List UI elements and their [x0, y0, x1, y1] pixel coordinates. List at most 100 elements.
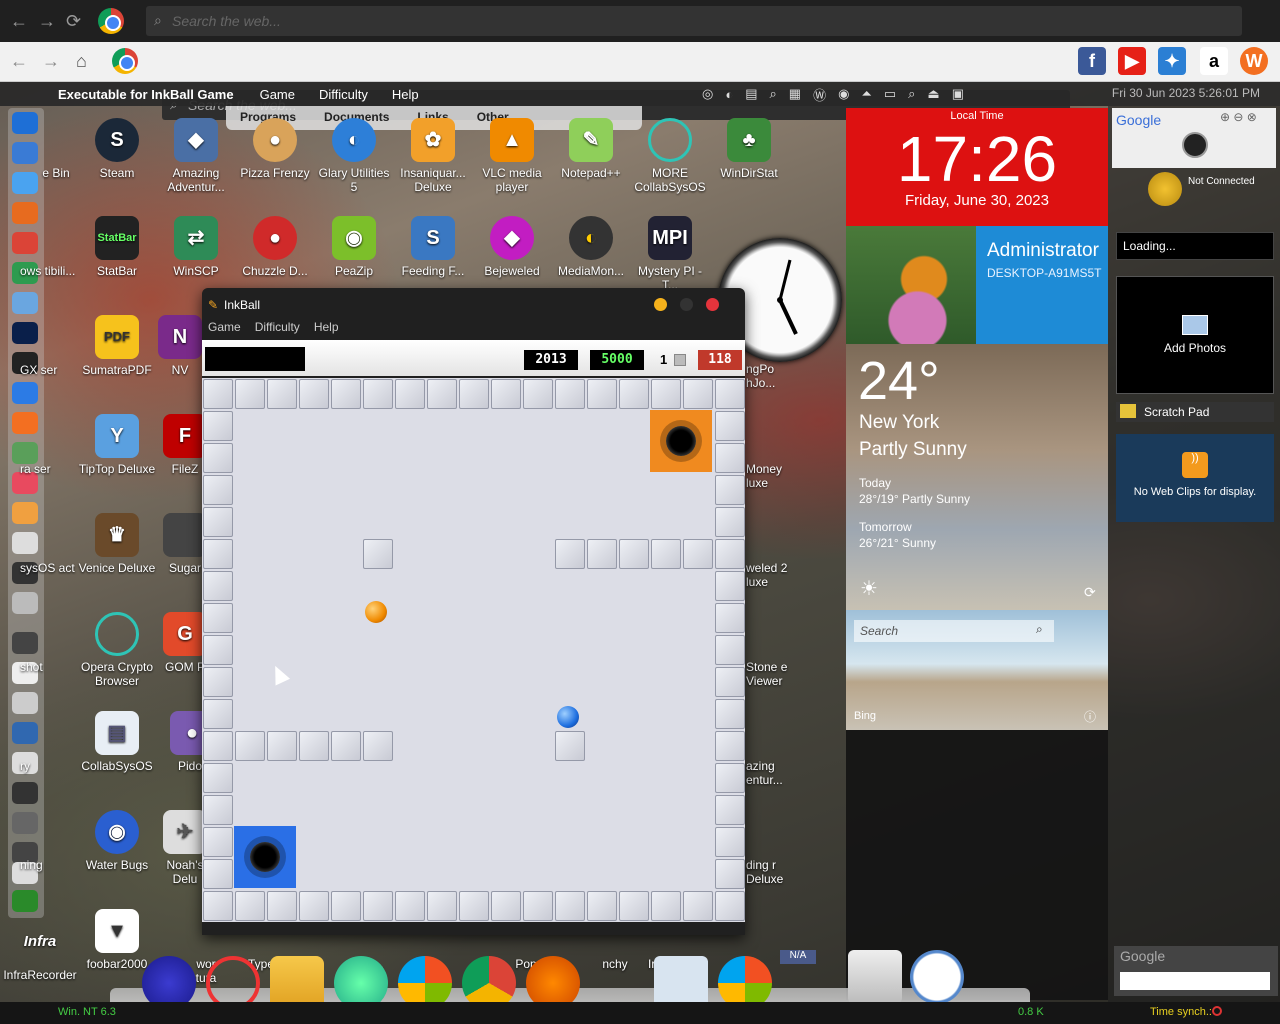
wordpress-icon[interactable]: Ⓦ [813, 85, 826, 104]
menubar-item-difficulty[interactable]: Difficulty [319, 87, 368, 102]
gadget-controls-icon[interactable]: ⊕ ⊖ ⊗ [1220, 110, 1257, 124]
close-button[interactable] [706, 298, 719, 311]
amazon-icon[interactable]: a [1200, 47, 1228, 75]
info-icon[interactable]: ⓘ [1084, 708, 1096, 725]
w-app-icon[interactable] [12, 412, 38, 434]
menu-help[interactable]: Help [314, 320, 339, 334]
magnifier-icon[interactable]: ⌕ [770, 86, 777, 102]
add-photos-label[interactable]: Add Photos [1164, 341, 1226, 355]
desktop-icon-partial[interactable]: weled 2 luxe [746, 561, 796, 589]
trash-dock-icon[interactable] [848, 950, 902, 1004]
desktop-icon-partial[interactable]: ows tibili... [20, 264, 76, 278]
document-icon[interactable]: ▦ [789, 86, 801, 102]
camera-icon[interactable]: ◉ [838, 86, 849, 102]
photoshop-icon[interactable] [12, 322, 38, 344]
menubar-item-help[interactable]: Help [392, 87, 419, 102]
chrome-icon[interactable] [12, 232, 38, 254]
desktop-icon-notepad-plus-plus[interactable]: ✎ Notepad++ [551, 118, 631, 180]
desktop-icon-partial[interactable]: sysOS act [20, 561, 76, 575]
menu-difficulty[interactable]: Difficulty [255, 320, 300, 334]
up-arrow-icon[interactable]: ⏶ [861, 86, 871, 102]
bing-search-input[interactable]: Search [854, 620, 1054, 642]
desktop-icon-partial[interactable]: nchy [590, 957, 640, 971]
desktop-icon-statbar[interactable]: StatBar StatBar [77, 216, 157, 278]
desktop-icon-glary-utilities[interactable]: ◐ Glary Utilities 5 [314, 118, 394, 194]
desktop-icon-tiptop-deluxe[interactable]: Y TipTop Deluxe [77, 414, 157, 476]
editor-icon[interactable] [12, 692, 38, 714]
back-icon[interactable]: ← [10, 12, 28, 30]
desktop-icon-nv[interactable]: N NV [150, 315, 210, 377]
search-icon[interactable]: ⌕ [908, 86, 915, 102]
desktop-icon-bejeweled[interactable]: ◆ Bejeweled [472, 216, 552, 278]
app-icon[interactable] [12, 292, 38, 314]
settings-icon[interactable] [12, 532, 38, 554]
desktop-icon-venice-deluxe[interactable]: ♛ Venice Deluxe [77, 513, 157, 575]
desktop-icon-feeding-frenzy[interactable]: S Feeding F... [393, 216, 473, 278]
forward-icon[interactable]: → [42, 52, 60, 70]
menubar-item-game[interactable]: Game [260, 87, 295, 102]
tool-icon[interactable] [12, 812, 38, 834]
firefox-icon[interactable] [12, 202, 38, 224]
pencil-icon[interactable] [12, 502, 38, 524]
reload-icon[interactable]: ⟳ [66, 12, 81, 30]
eject-icon[interactable]: ⏏ [927, 86, 939, 102]
google-search-input[interactable] [1120, 972, 1270, 990]
desktop-icon-partial[interactable]: ngPo hJo... [746, 362, 796, 390]
network-icon[interactable] [12, 442, 38, 464]
weather-widget[interactable]: 24° New York Partly Sunny Today 28°/19° … [846, 344, 1108, 610]
desktop-icon-steam[interactable]: S Steam [77, 118, 157, 180]
monitor-icon[interactable] [12, 722, 38, 744]
recycle-icon[interactable] [12, 890, 38, 912]
user-widget[interactable]: Administrator DESKTOP-A91MS5T [846, 226, 1108, 344]
desktop-icon-partial[interactable]: GX ser [20, 363, 76, 377]
w-icon[interactable]: W [1240, 47, 1268, 75]
desktop-icon-vlc[interactable]: ▲ VLC media player [472, 118, 552, 194]
inkball-board[interactable] [202, 378, 745, 922]
desktop-icon-mystery-pi[interactable]: MPI Mystery PI - T... [630, 216, 710, 292]
clipboard-icon[interactable]: ▤ [745, 86, 757, 102]
refresh-icon[interactable]: ⟳ [1084, 584, 1096, 601]
desktop-icon-partial[interactable]: shot [20, 660, 76, 674]
home-icon[interactable]: ⌂ [76, 52, 87, 70]
terminal-icon[interactable] [12, 782, 38, 804]
desktop-icon-partial[interactable]: ry [20, 759, 76, 773]
disk-icon[interactable] [12, 592, 38, 614]
youtube-icon[interactable]: ▶ [1118, 47, 1146, 75]
scratch-pad-gadget[interactable]: Scratch Pad [1116, 402, 1274, 422]
photos-gadget[interactable]: Add Photos [1116, 276, 1274, 394]
desktop-icon-partial[interactable]: Money luxe [746, 462, 796, 490]
moon-icon[interactable]: ◐ [725, 87, 733, 102]
desktop-icon-partial[interactable]: Stone e Viewer [746, 660, 796, 688]
swirl-icon[interactable]: ◎ [702, 86, 713, 102]
forward-icon[interactable]: → [38, 12, 56, 30]
google-search-gadget[interactable]: Google [1114, 946, 1278, 996]
chrome-logo-icon[interactable] [112, 48, 138, 74]
desktop-icon-partial[interactable]: azing entur... [746, 759, 796, 787]
desktop-icon-partial[interactable]: ra ser [20, 462, 76, 476]
desktop-icon-mediamonkey[interactable]: ◐ MediaMon... [551, 216, 631, 278]
minimize-button[interactable] [654, 298, 667, 311]
camera-app-icon[interactable] [12, 632, 38, 654]
gamepad-icon[interactable]: ✦ [1158, 47, 1186, 75]
menubar-clock[interactable]: Fri 30 Jun 2023 5:26:01 PM [1112, 86, 1260, 100]
desktop-icon-windirstat[interactable]: ♣ WinDirStat [709, 118, 789, 180]
search-input-top[interactable]: ⌕ Search the web... [146, 6, 1242, 36]
clock-dock-icon[interactable] [910, 950, 964, 1004]
desktop-icon-water-bugs[interactable]: ◉ Water Bugs [77, 810, 157, 872]
search-icon[interactable]: ⌕ [1036, 622, 1043, 637]
desktop-icon-collabsysos[interactable]: ▤ CollabSysOS [77, 711, 157, 773]
desktop-icon-winscp[interactable]: ⇄ WinSCP [156, 216, 236, 278]
desktop-icon-sumatrapdf[interactable]: PDF SumatraPDF [77, 315, 157, 377]
desktop-icon-peazip[interactable]: ◉ PeaZip [314, 216, 394, 278]
menu-game[interactable]: Game [208, 320, 241, 334]
window-icon[interactable]: ▭ [884, 86, 896, 102]
blue-app-icon[interactable] [12, 382, 38, 404]
facebook-icon[interactable]: f [1078, 47, 1106, 75]
desktop-icon-chuzzle[interactable]: ● Chuzzle D... [235, 216, 315, 278]
desktop-icon-opera-crypto-browser[interactable]: Opera Crypto Browser [77, 612, 157, 688]
local-time-widget[interactable]: Local Time 17:26 Friday, June 30, 2023 [846, 108, 1108, 226]
back-icon[interactable]: ← [10, 52, 28, 70]
maximize-button[interactable] [680, 298, 693, 311]
desktop-icon-pizza-frenzy[interactable]: ● Pizza Frenzy [235, 118, 315, 180]
desktop-icon-infrarecorder[interactable]: Infra InfraRecorder [0, 920, 80, 982]
